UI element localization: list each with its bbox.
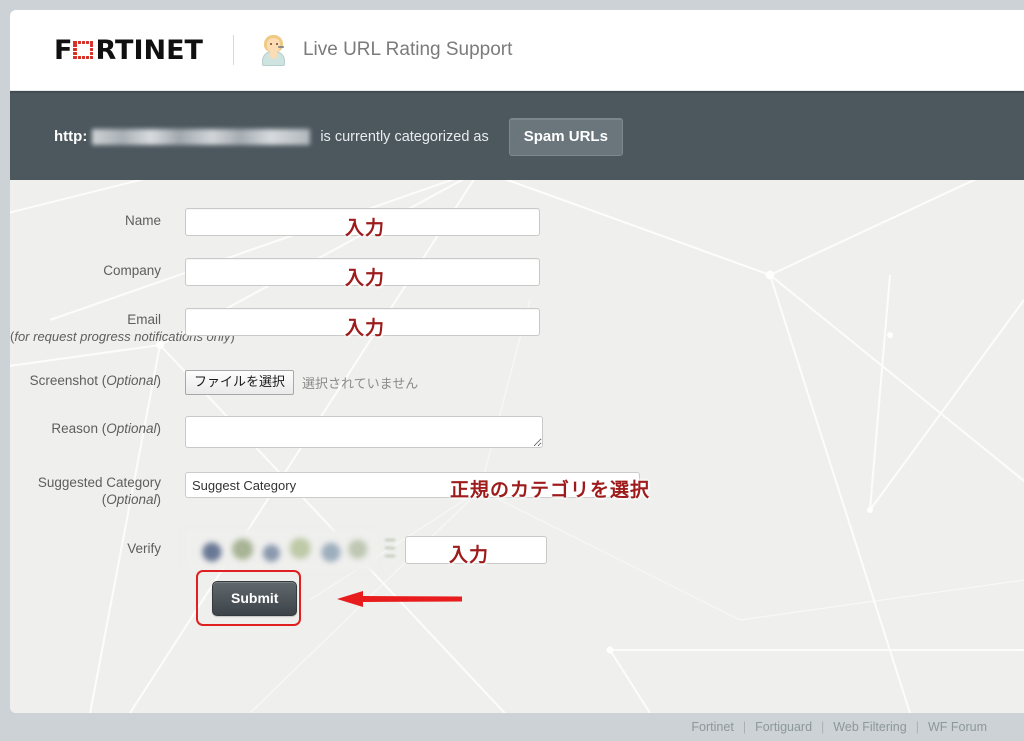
label-verify: Verify — [127, 541, 161, 557]
url-status-band: http: is currently categorized as Spam U… — [10, 91, 1024, 180]
label-email-note: (for request progress notifications only… — [10, 329, 235, 344]
name-input[interactable] — [185, 208, 540, 236]
label-reason: Reason (Optional) — [51, 421, 161, 437]
footer-link-web-filtering[interactable]: Web Filtering — [824, 720, 915, 734]
verify-input[interactable] — [405, 536, 547, 565]
status-message: is currently categorized as — [320, 128, 489, 145]
label-email: Email (for request progress notification… — [10, 308, 235, 346]
captcha-image — [185, 530, 377, 571]
suggested-category-select[interactable]: Suggest Category — [185, 472, 640, 499]
support-agent-icon — [260, 34, 287, 66]
email-input[interactable] — [185, 308, 540, 336]
logo-text-f: F — [54, 34, 73, 66]
submit-area: Submit — [185, 570, 1024, 640]
form-row-suggested-category: Suggested Category (Optional) Suggest Ca… — [10, 472, 1024, 508]
header-divider — [232, 35, 234, 65]
captcha-refresh-icon[interactable] — [385, 533, 397, 567]
site-header: F RTINET Live URL Rating Support — [10, 10, 1024, 91]
current-category-badge[interactable]: Spam URLs — [508, 117, 623, 156]
page-panel: F RTINET Live URL Rating Support http: i… — [10, 10, 1024, 713]
file-status-text: 選択されていません — [302, 376, 419, 392]
label-company: Company — [103, 263, 161, 278]
label-suggested-category: Suggested Category (Optional) — [37, 475, 161, 508]
fortinet-logo[interactable]: F RTINET — [54, 34, 203, 66]
page-title: Live URL Rating Support — [302, 39, 513, 60]
form-row-reason: Reason (Optional) — [10, 416, 1024, 449]
logo-dotted-o-icon — [73, 40, 94, 60]
site-footer: Fortinet | Fortiguard | Web Filtering | … — [10, 713, 1024, 741]
footer-link-wf-forum[interactable]: WF Forum — [919, 720, 996, 734]
footer-link-fortinet[interactable]: Fortinet — [682, 720, 742, 734]
red-pointer-arrow — [337, 591, 462, 608]
footer-link-fortiguard[interactable]: Fortiguard — [746, 720, 821, 734]
label-name: Name — [124, 213, 161, 228]
screenshot-file-picker[interactable]: ファイルを選択 選択されていません — [185, 368, 1024, 396]
choose-file-button[interactable]: ファイルを選択 — [185, 370, 295, 396]
form-row-screenshot: Screenshot (Optional) ファイルを選択 選択されていません — [10, 368, 1024, 396]
logo-text-rtinet: RTINET — [95, 34, 203, 66]
submit-button[interactable]: Submit — [212, 581, 298, 617]
rating-request-form: Name 入力 Company 入力 Email (for request pr… — [10, 180, 1024, 713]
form-row-email: Email (for request progress notification… — [10, 308, 1024, 346]
reason-textarea[interactable] — [185, 416, 543, 449]
url-protocol: http: — [54, 128, 88, 145]
form-row-name: Name 入力 — [10, 208, 1024, 239]
url-redacted — [92, 128, 311, 145]
captcha-area: 入力 — [185, 530, 1024, 571]
form-row-verify: Verify 入力 — [10, 530, 1024, 571]
company-input[interactable] — [185, 258, 540, 286]
label-email-main: Email — [127, 312, 161, 327]
label-screenshot: Screenshot (Optional) — [29, 373, 161, 388]
form-row-company: Company 入力 — [10, 258, 1024, 289]
